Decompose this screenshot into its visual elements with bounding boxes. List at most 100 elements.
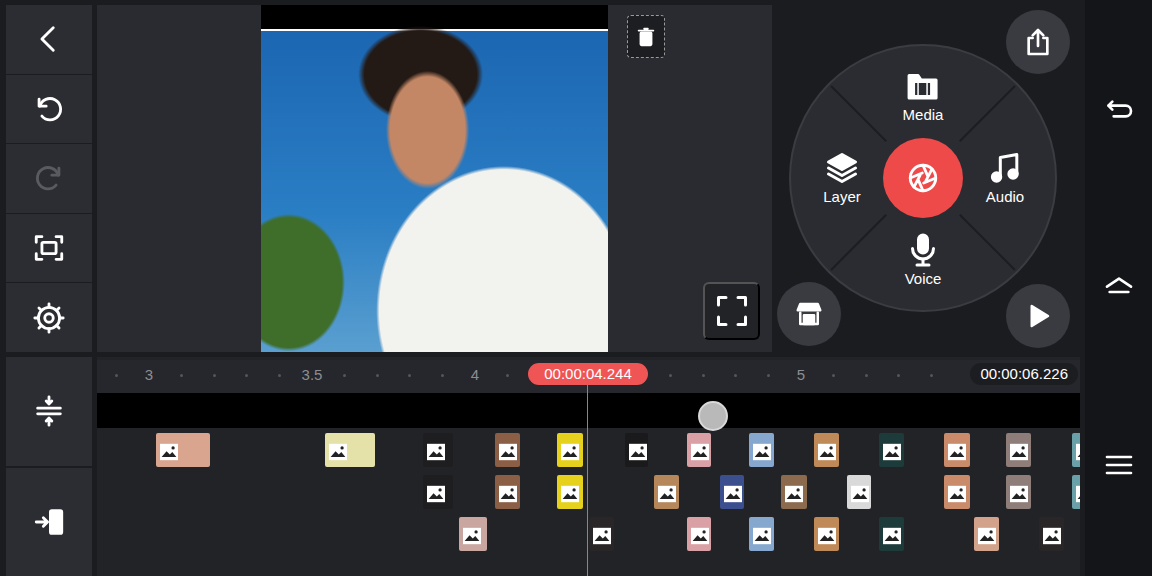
ruler-dot — [278, 374, 281, 377]
clip-thumbnail[interactable] — [654, 475, 679, 509]
image-icon — [1009, 443, 1029, 461]
ruler-dot — [832, 374, 835, 377]
fullscreen-button[interactable] — [703, 282, 760, 340]
clip-thumbnail[interactable] — [749, 517, 774, 551]
clip-thumbnail[interactable] — [814, 433, 839, 467]
clip-thumbnail[interactable] — [625, 433, 648, 467]
ruler-tick: 3 — [145, 366, 153, 384]
clip-thumbnail[interactable] — [495, 433, 520, 467]
clip-thumbnail[interactable] — [557, 433, 583, 467]
settings-button[interactable] — [6, 283, 92, 352]
nav-home-button[interactable] — [1085, 272, 1152, 304]
action-panel: Media Layer Audio Voice — [772, 0, 1080, 357]
clip-thumbnail[interactable] — [1006, 433, 1031, 467]
ruler-dot — [115, 374, 118, 377]
store-icon — [794, 299, 824, 329]
effect-track[interactable] — [97, 393, 1080, 428]
image-icon — [752, 527, 772, 545]
image-icon — [784, 481, 804, 499]
ruler-dot — [702, 374, 705, 377]
image-icon — [426, 481, 446, 499]
total-duration: 00:00:06.226 — [970, 363, 1078, 385]
image-icon — [560, 439, 580, 457]
clip-thumbnail[interactable] — [1039, 517, 1064, 551]
playhead[interactable] — [587, 385, 588, 576]
redo-button[interactable] — [6, 144, 92, 213]
image-icon — [784, 485, 804, 503]
image-icon — [498, 439, 518, 457]
clip-thumbnail[interactable] — [156, 433, 210, 467]
clip-thumbnail[interactable] — [423, 433, 453, 467]
clip-thumbnail[interactable] — [944, 433, 969, 467]
image-icon — [752, 439, 772, 457]
clip-thumbnail[interactable] — [589, 517, 614, 551]
image-icon — [592, 523, 612, 541]
image-icon — [1009, 439, 1029, 457]
clip-thumbnail[interactable] — [879, 517, 904, 551]
image-icon — [426, 485, 446, 503]
image-icon — [657, 481, 677, 499]
trash-icon — [635, 26, 657, 48]
track-handle[interactable] — [698, 401, 728, 431]
clip-thumbnail[interactable] — [495, 475, 520, 509]
nav-menu-button[interactable] — [1085, 449, 1152, 481]
asset-store-button[interactable] — [777, 282, 841, 346]
clip-thumbnail[interactable] — [847, 475, 871, 509]
media-icon — [904, 68, 942, 104]
image-icon — [850, 481, 870, 499]
export-button[interactable] — [1006, 10, 1070, 74]
clip-thumbnail[interactable] — [781, 475, 806, 509]
clip-thumbnail[interactable] — [720, 475, 744, 509]
ruler-dot — [441, 374, 444, 377]
clip-thumbnail[interactable] — [557, 475, 583, 509]
capture-button[interactable] — [883, 138, 963, 218]
image-icon — [1075, 481, 1080, 499]
track-row — [97, 433, 1080, 468]
image-icon — [328, 439, 348, 457]
wheel-item-label: Layer — [823, 188, 861, 206]
image-icon — [498, 485, 518, 503]
wheel-item[interactable]: Layer — [819, 150, 865, 206]
track-layout-button[interactable] — [6, 357, 92, 466]
delete-button[interactable] — [627, 15, 665, 58]
clip-thumbnail[interactable] — [423, 475, 453, 509]
ruler-dot — [669, 374, 672, 377]
clip-thumbnail[interactable] — [1072, 475, 1080, 509]
ruler-dot — [897, 374, 900, 377]
clip-thumbnail[interactable] — [749, 433, 774, 467]
timeline[interactable]: 33.54500:00:04.24400:00:06.226 — [97, 357, 1080, 576]
clip-thumbnail[interactable] — [687, 517, 711, 551]
home-icon — [1103, 272, 1135, 304]
back-button[interactable] — [6, 5, 92, 74]
clip-thumbnail[interactable] — [1072, 433, 1080, 467]
image-icon — [426, 439, 446, 457]
fit-screen-button[interactable] — [6, 214, 92, 283]
ruler-dot — [734, 374, 737, 377]
aperture-icon — [906, 161, 940, 195]
clip-thumbnail[interactable] — [814, 517, 839, 551]
ruler-tick: 4 — [471, 366, 479, 384]
nav-back-button[interactable] — [1085, 95, 1152, 127]
clip-thumbnail[interactable] — [974, 517, 999, 551]
ruler-dot — [213, 374, 216, 377]
clip-thumbnail[interactable] — [879, 433, 904, 467]
image-icon — [882, 523, 902, 541]
wheel-item[interactable]: Voice — [900, 232, 946, 288]
image-icon — [1042, 523, 1062, 541]
share-icon — [1022, 26, 1054, 58]
image-icon — [426, 443, 446, 461]
exit-timeline-button[interactable] — [6, 468, 92, 576]
image-icon — [1075, 443, 1080, 461]
image-icon — [628, 439, 648, 457]
clip-thumbnail[interactable] — [459, 517, 487, 551]
image-icon — [817, 523, 837, 541]
clip-thumbnail[interactable] — [944, 475, 969, 509]
play-button[interactable] — [1006, 284, 1070, 348]
wheel-item[interactable]: Media — [899, 68, 948, 124]
clip-thumbnail[interactable] — [687, 433, 711, 467]
wheel-item[interactable]: Audio — [982, 150, 1028, 206]
undo-button[interactable] — [6, 75, 92, 144]
image-icon — [560, 485, 580, 503]
clip-thumbnail[interactable] — [1006, 475, 1031, 509]
clip-thumbnail[interactable] — [325, 433, 375, 467]
